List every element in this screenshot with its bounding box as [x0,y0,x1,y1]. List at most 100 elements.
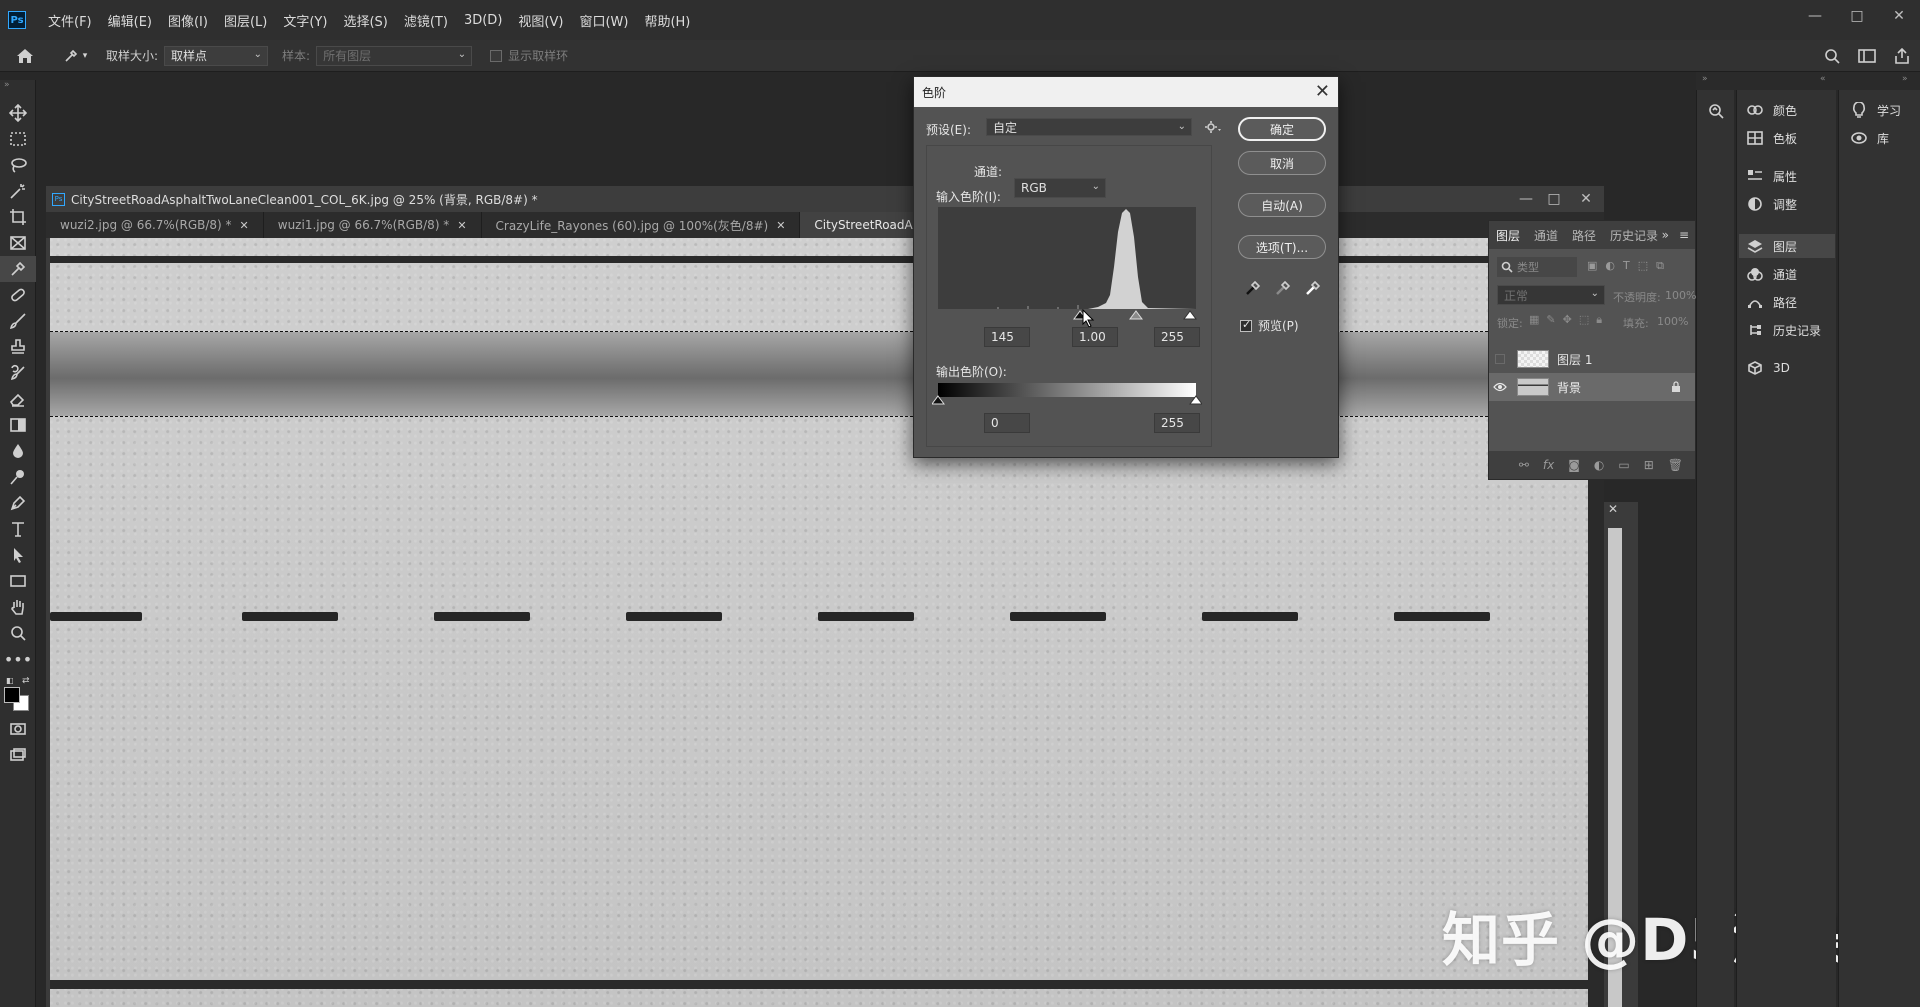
filter-shape-icon[interactable]: ⬚ [1638,259,1648,273]
collapse-icon[interactable]: » [1902,74,1908,84]
blend-mode-select[interactable]: 正常 ⌄ [1497,285,1605,305]
background-document-close-icon[interactable]: ✕ [1604,502,1638,522]
output-white-slider[interactable] [1189,395,1202,405]
dodge-tool[interactable] [0,464,36,490]
panel-swatches[interactable]: 色板 [1747,128,1797,148]
auto-button[interactable]: 自动(A) [1238,193,1326,217]
tab-layers[interactable]: 图层 [1489,227,1527,244]
panel-libraries[interactable]: 库 [1851,128,1889,148]
path-selection-tool[interactable] [0,542,36,568]
pen-tool[interactable] [0,490,36,516]
brush-tool[interactable] [0,308,36,334]
layer-visibility-toggle[interactable] [1489,382,1511,392]
menu-filter[interactable]: 滤镜(T) [396,11,456,30]
tool-preset-picker[interactable]: ▾ [50,48,100,64]
output-black-slider[interactable] [932,395,945,405]
input-white-slider[interactable] [1183,310,1197,320]
layer-row-selected[interactable]: 背景 [1489,373,1695,401]
show-ring-checkbox[interactable] [490,49,503,62]
document-minimize-button[interactable]: — [1512,186,1540,212]
filter-type-icon[interactable]: T [1623,259,1630,273]
history-brush-tool[interactable] [0,360,36,386]
filter-pixel-icon[interactable]: ▣ [1587,259,1597,273]
levels-close-icon[interactable]: ✕ [1315,81,1330,102]
filter-adjustment-icon[interactable]: ◐ [1605,259,1615,273]
opacity-value[interactable]: 100% [1665,289,1696,302]
menu-select[interactable]: 选择(S) [335,11,395,30]
panel-color[interactable]: 颜色 [1747,100,1797,120]
panel-layers[interactable]: 图层 [1739,234,1835,258]
type-tool[interactable] [0,516,36,542]
menu-view[interactable]: 视图(V) [510,11,571,30]
workspace-icon[interactable] [1858,48,1876,64]
layer-visibility-toggle[interactable] [1489,354,1511,364]
magic-wand-tool[interactable] [0,178,36,204]
menu-type[interactable]: 文字(Y) [275,11,335,30]
options-button[interactable]: 选项(T)... [1238,235,1326,259]
channel-select[interactable]: RGB ⌄ [1014,178,1106,198]
preset-select[interactable]: 自定 ⌄ [986,118,1192,136]
collapse-icon[interactable]: » [1702,74,1708,84]
panel-channels[interactable]: 通道 [1747,264,1797,284]
panel-history[interactable]: 历史记录 [1747,320,1821,340]
input-gamma-slider[interactable] [1129,310,1143,320]
levels-title-bar[interactable]: 色阶 [914,77,1338,107]
lock-artboard-icon[interactable]: ⬚ [1579,313,1589,327]
link-layers-icon[interactable]: ⚯ [1519,458,1529,472]
panel-paths[interactable]: 路径 [1747,292,1797,312]
swap-colors-icon[interactable]: ⇄ [22,676,30,686]
fill-value[interactable]: 100% [1657,315,1688,328]
group-folder-icon[interactable]: ▭ [1618,458,1629,472]
blur-tool[interactable] [0,438,36,464]
menu-edit[interactable]: 编辑(E) [100,11,160,30]
tab-wuzi2[interactable]: wuzi2.jpg @ 66.7%(RGB/8) * ✕ [46,212,264,238]
lock-position-icon[interactable]: ✥ [1563,313,1572,327]
output-white-field[interactable]: 255 [1154,413,1200,433]
lock-all-icon[interactable]: 🔒︎ [1596,313,1602,327]
default-colors-icon[interactable]: ◧ [6,676,14,685]
white-point-eyedropper-icon[interactable] [1304,279,1322,297]
preview-toggle[interactable]: 预览(P) [1240,317,1299,334]
tab-crazylife[interactable]: CrazyLife_Rayones (60).jpg @ 100%(灰色/8#)… [482,212,801,238]
sample-size-select[interactable]: 取样点 ⌄ [164,45,269,66]
menu-window[interactable]: 窗口(W) [571,11,636,30]
more-tools[interactable]: ••• [0,646,36,672]
move-tool[interactable] [0,100,36,126]
crop-tool[interactable] [0,204,36,230]
collapse-icon[interactable]: « [1820,74,1826,84]
minimize-button[interactable]: — [1794,0,1836,32]
menu-help[interactable]: 帮助(H) [636,11,698,30]
navigator-button[interactable] [1707,102,1725,123]
input-levels-slider-track[interactable] [932,309,1202,323]
tab-paths[interactable]: 路径 [1565,227,1603,244]
search-icon[interactable] [1824,48,1840,64]
output-levels-slider-track[interactable] [932,395,1202,407]
close-button[interactable]: ✕ [1878,0,1920,32]
new-layer-icon[interactable]: ⊞ [1644,458,1654,472]
preset-options-button[interactable] [1204,119,1222,138]
menu-layer[interactable]: 图层(L) [216,11,275,30]
hand-tool[interactable] [0,594,36,620]
layer-filter-search[interactable]: 类型 [1497,257,1577,277]
tab-close-icon[interactable]: ✕ [240,219,249,232]
stamp-tool[interactable] [0,334,36,360]
panel-learn[interactable]: 学习 [1851,100,1901,120]
home-button[interactable] [0,48,50,64]
cancel-button[interactable]: 取消 [1238,151,1326,175]
add-mask-icon[interactable]: ◙ [1568,458,1580,472]
layer-row[interactable]: 图层 1 [1489,345,1695,373]
zoom-tool[interactable] [0,620,36,646]
document-title-bar[interactable]: Ps CityStreetRoadAsphaltTwoLaneClean001_… [46,186,1604,212]
fx-icon[interactable]: fx [1543,458,1554,472]
share-icon[interactable] [1894,48,1910,64]
rectangle-tool[interactable] [0,568,36,594]
tab-history[interactable]: 历史记录 [1603,227,1665,244]
trash-icon[interactable]: 🗑︎ [1668,458,1683,472]
screen-mode-button[interactable] [0,742,36,768]
output-black-field[interactable]: 0 [984,413,1030,433]
panel-menu-icon[interactable]: ≡ [1679,228,1689,242]
filter-smart-object-icon[interactable]: ⧉ [1656,259,1664,273]
panel-properties[interactable]: 属性 [1747,166,1797,186]
tab-channels[interactable]: 通道 [1527,227,1565,244]
tab-close-icon[interactable]: ✕ [776,219,785,232]
